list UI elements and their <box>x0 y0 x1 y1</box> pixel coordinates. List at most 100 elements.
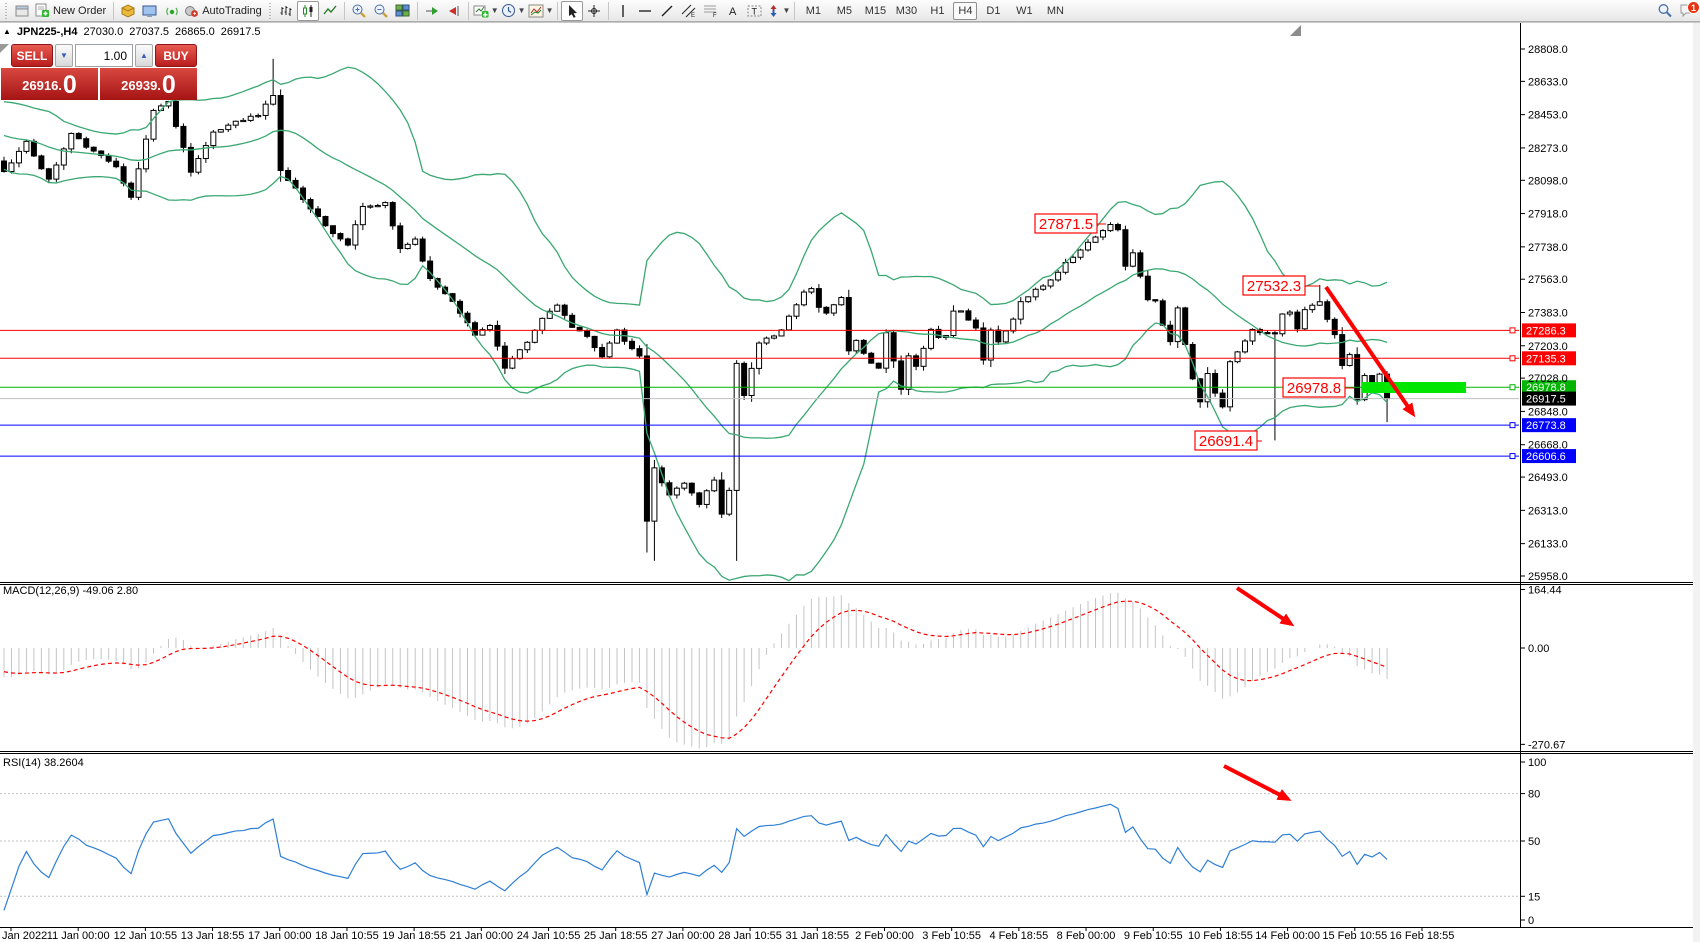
candle <box>1302 310 1307 329</box>
terminal-icon[interactable] <box>139 1 161 21</box>
fibonacci-tool[interactable]: F <box>700 1 722 21</box>
symbol-title: JPN225-,H4 <box>17 26 78 38</box>
candle <box>772 336 777 338</box>
candle <box>271 96 276 105</box>
timeframe-button-M1[interactable]: M1 <box>798 2 828 20</box>
candle <box>211 132 216 145</box>
candle <box>24 141 29 151</box>
toolbar-grip[interactable] <box>268 3 273 19</box>
line-anchor-marker[interactable] <box>1510 454 1515 459</box>
timeframe-button-M30[interactable]: M30 <box>891 2 921 20</box>
svg-text:26606.6: 26606.6 <box>1526 451 1566 463</box>
timeframe-button-MN[interactable]: MN <box>1040 2 1070 20</box>
price-annotation-text: 27532.3 <box>1247 278 1301 295</box>
candle <box>218 130 223 132</box>
text-tool[interactable]: A <box>722 1 744 21</box>
candle <box>1003 331 1008 342</box>
window-scrollbar[interactable] <box>1693 23 1700 942</box>
autotrading-button[interactable]: AutoTrading <box>183 1 266 21</box>
vertical-line-tool[interactable] <box>612 1 634 21</box>
candle <box>390 203 395 226</box>
line-anchor-marker[interactable] <box>1510 328 1515 333</box>
svg-text:0.00: 0.00 <box>1528 643 1549 655</box>
volume-input[interactable] <box>75 44 133 67</box>
trendline-tool[interactable] <box>656 1 678 21</box>
chart-background[interactable] <box>0 23 1700 942</box>
svg-text:T: T <box>752 6 758 16</box>
notification-badge[interactable]: 1 <box>1687 1 1700 14</box>
horizontal-line-tool[interactable] <box>634 1 656 21</box>
timeframe-button-M5[interactable]: M5 <box>829 2 859 20</box>
candle <box>1115 224 1120 229</box>
line-anchor-marker[interactable] <box>1510 385 1515 390</box>
svg-text:15 Feb 10:55: 15 Feb 10:55 <box>1322 930 1387 942</box>
candlestick-chart-icon[interactable] <box>297 1 319 21</box>
candle <box>76 133 81 138</box>
buy-button[interactable]: BUY <box>155 44 197 67</box>
new-order-button[interactable]: New Order <box>33 1 110 21</box>
one-click-trading-panel: SELL ▼ ▲ BUY 26916. 0 26939. 0 <box>1 44 199 100</box>
new-chart-button[interactable]: ▼ <box>472 1 500 21</box>
line-anchor-marker[interactable] <box>1510 423 1515 428</box>
svg-text:26848.0: 26848.0 <box>1528 406 1568 418</box>
collapse-panel-icon[interactable] <box>0 44 9 53</box>
candle <box>39 156 44 169</box>
tile-windows-icon[interactable] <box>392 1 414 21</box>
bar-chart-icon[interactable] <box>275 1 297 21</box>
text-icon: A <box>727 4 739 18</box>
zoom-in-icon[interactable] <box>348 1 370 21</box>
price-chart-canvas[interactable]: 27286.327135.326978.826917.526773.826606… <box>0 0 1700 942</box>
candle <box>891 333 896 361</box>
candle <box>256 115 261 116</box>
svg-text:28808.0: 28808.0 <box>1528 44 1568 56</box>
history-center-icon[interactable] <box>117 1 139 21</box>
zoom-out-icon[interactable] <box>370 1 392 21</box>
candle <box>323 216 328 225</box>
line-chart-icon[interactable] <box>319 1 341 21</box>
search-button[interactable] <box>1654 1 1676 21</box>
volume-decrease-button[interactable]: ▼ <box>55 44 73 67</box>
svg-text:27 Jan 00:00: 27 Jan 00:00 <box>651 930 715 942</box>
timeframe-button-H4[interactable]: H4 <box>953 2 977 20</box>
volume-increase-button[interactable]: ▲ <box>135 44 153 67</box>
svg-text:17 Jan 00:00: 17 Jan 00:00 <box>248 930 312 942</box>
line-anchor-marker[interactable] <box>1510 356 1515 361</box>
candle <box>1272 333 1277 334</box>
channel-tool[interactable]: E <box>678 1 700 21</box>
candle <box>181 126 186 147</box>
time-axis[interactable]: Jan 202211 Jan 00:0012 Jan 10:5513 Jan 1… <box>2 927 1454 942</box>
toolbar-grip[interactable] <box>4 3 9 19</box>
signals-icon[interactable] <box>161 1 183 21</box>
crosshair-tool[interactable] <box>583 1 605 21</box>
arrows-tool[interactable]: ▼ <box>766 1 791 21</box>
candle <box>734 363 739 490</box>
candle <box>697 493 702 505</box>
chart-window-icon[interactable] <box>11 1 33 21</box>
candle <box>383 203 388 206</box>
buy-price[interactable]: 26939. 0 <box>100 68 197 100</box>
sell-button[interactable]: SELL <box>11 44 53 67</box>
periods-clock-button[interactable]: ▼ <box>500 1 527 21</box>
timeframe-button-W1[interactable]: W1 <box>1009 2 1039 20</box>
sell-price[interactable]: 26916. 0 <box>1 68 98 100</box>
macd-label: MACD(12,26,9) -49.06 2.80 <box>3 585 138 597</box>
candle <box>719 480 724 514</box>
chart-shift-icon[interactable] <box>443 1 465 21</box>
chat-button[interactable]: 1 <box>1676 1 1698 21</box>
support-highlight-rect[interactable] <box>1362 382 1466 393</box>
timeframe-button-H1[interactable]: H1 <box>922 2 952 20</box>
candle <box>502 346 507 368</box>
candle <box>1160 301 1165 325</box>
svg-text:27028.0: 27028.0 <box>1528 373 1568 385</box>
svg-text:8 Feb 00:00: 8 Feb 00:00 <box>1057 930 1116 942</box>
cursor-tool[interactable] <box>561 1 583 21</box>
candle <box>712 480 717 491</box>
candle <box>1332 319 1337 334</box>
new-chart-icon <box>473 4 489 18</box>
candle <box>570 315 575 327</box>
text-label-tool[interactable]: T <box>744 1 766 21</box>
timeframe-button-D1[interactable]: D1 <box>978 2 1008 20</box>
timeframe-button-M15[interactable]: M15 <box>860 2 890 20</box>
auto-scroll-icon[interactable] <box>421 1 443 21</box>
templates-button[interactable]: ▼ <box>527 1 555 21</box>
